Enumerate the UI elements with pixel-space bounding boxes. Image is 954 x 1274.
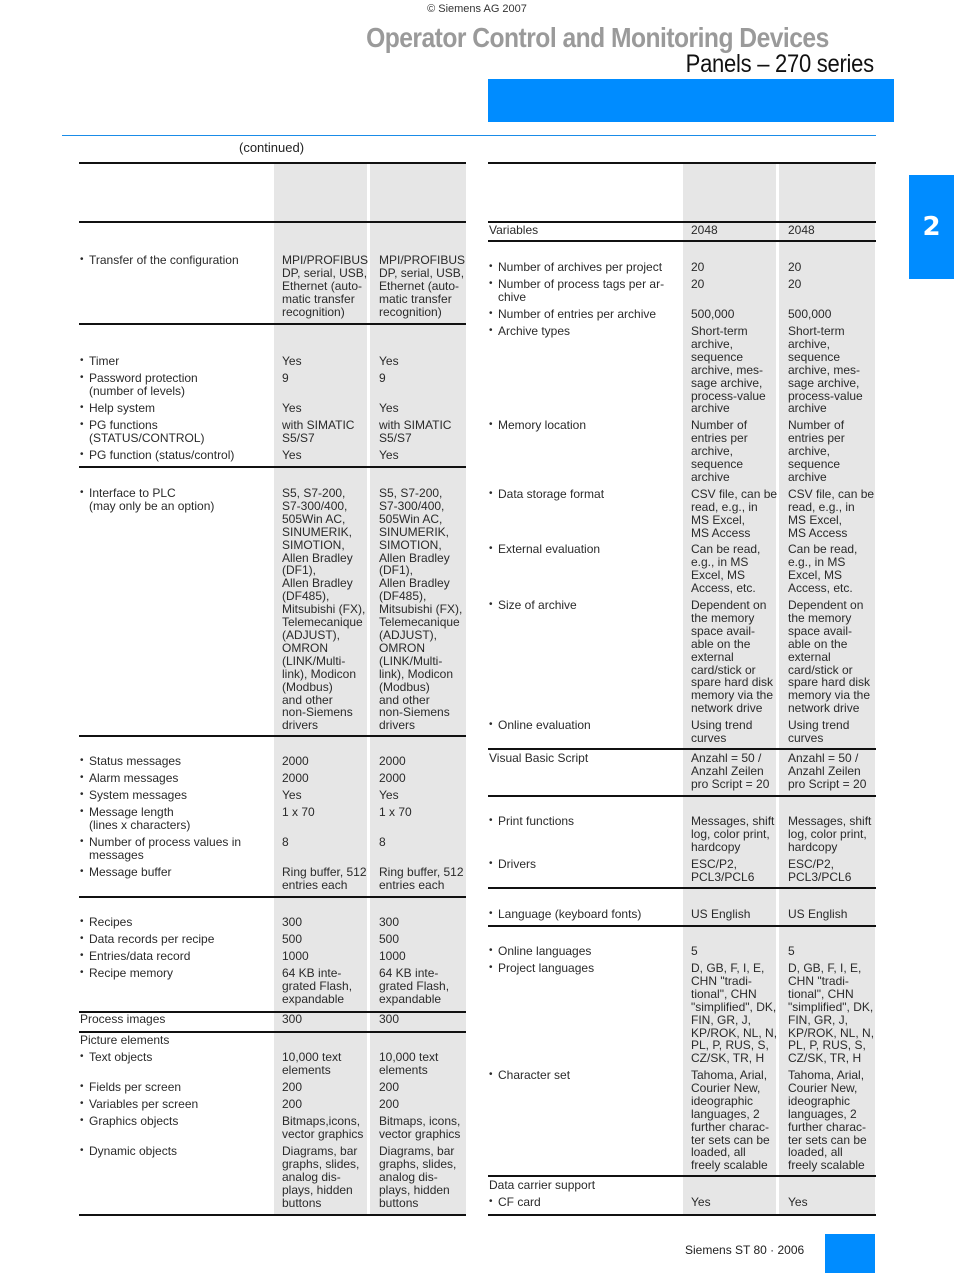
value-col-1: Anzahl = 50 / Anzahl Zeilen pro Script =… [691,751,770,791]
row-label: CF card [489,1196,541,1209]
value-col-1: Short-term archive, sequence archive, me… [691,324,766,416]
row-label: External evaluation [489,543,600,556]
row-label: Visual Basic Script [489,751,589,765]
footer-color-block [825,1234,875,1273]
value-col-2: Tahoma, Arial, Courier New, ideographic … [788,1068,867,1173]
value-col-2: CSV file, can be read, e.g., in MS Excel… [788,487,875,540]
row-label: Language (keyboard fonts) [489,908,641,921]
row-label: Drivers [489,858,536,871]
divider [488,887,876,889]
row-label: Number of process tags per ar- chive [489,278,664,304]
value-col-1: CSV file, can be read, e.g., in MS Excel… [691,487,778,540]
divider [488,748,876,750]
value-col-2: 20 [788,260,802,274]
value-col-2: US English [788,907,848,921]
divider [488,925,876,927]
row-label: Memory location [489,419,586,432]
footer-publication: Siemens ST 80 · 2006 [685,1243,805,1257]
divider [488,240,876,242]
value-col-2: 2048 [788,223,815,237]
value-col-1: 500,000 [691,307,735,321]
row-label: Online languages [489,945,591,958]
row-label: Data storage format [489,488,604,501]
row-label: Number of entries per archive [489,308,656,321]
divider [488,1214,876,1216]
row-label: Archive types [489,325,570,338]
value-col-1: 2048 [691,223,718,237]
value-col-1: Using trend curves [691,718,753,745]
row-label: Character set [489,1069,570,1082]
value-col-1: D, GB, F, I, E, CHN "tradi- tional", CHN… [691,961,778,1066]
row-label: Print functions [489,815,574,828]
value-col-2: ESC/P2, PCL3/PCL6 [788,857,852,884]
right-spec-table: Variables 2048 2048 Number of archives p… [0,0,954,1274]
value-col-2: Can be read, e.g., in MS Excel, MS Acces… [788,542,858,595]
value-col-1: Dependent on the memory space avail- abl… [691,598,774,716]
value-col-2: 20 [788,277,802,291]
value-col-2: Messages, shift log, color print, hardco… [788,814,872,854]
value-col-1: Can be read, e.g., in MS Excel, MS Acces… [691,542,761,595]
value-col-1: Number of entries per archive, sequence … [691,418,748,484]
row-label: Data carrier support [489,1178,596,1192]
value-col-1: Tahoma, Arial, Courier New, ideographic … [691,1068,770,1173]
value-col-2: D, GB, F, I, E, CHN "tradi- tional", CHN… [788,961,875,1066]
row-label: Size of archive [489,599,577,612]
value-col-2: Dependent on the memory space avail- abl… [788,598,871,716]
value-col-1: 5 [691,944,698,958]
value-col-2: 500,000 [788,307,832,321]
divider [488,1175,876,1177]
value-col-2: Using trend curves [788,718,850,745]
value-col-1: Yes [691,1195,711,1209]
row-label: Number of archives per project [489,261,662,274]
divider [488,221,876,223]
row-label: Project languages [489,962,594,975]
value-col-1: Messages, shift log, color print, hardco… [691,814,775,854]
value-col-2: 5 [788,944,795,958]
value-col-2: Anzahl = 50 / Anzahl Zeilen pro Script =… [788,751,867,791]
row-label: Variables [489,223,539,237]
value-col-2: Yes [788,1195,808,1209]
value-col-1: ESC/P2, PCL3/PCL6 [691,857,755,884]
divider [488,162,876,164]
value-col-2: Number of entries per archive, sequence … [788,418,845,484]
value-col-1: 20 [691,277,705,291]
value-col-2: Short-term archive, sequence archive, me… [788,324,863,416]
divider [488,795,876,797]
value-col-1: US English [691,907,751,921]
row-label: Online evaluation [489,719,591,732]
value-col-1: 20 [691,260,705,274]
